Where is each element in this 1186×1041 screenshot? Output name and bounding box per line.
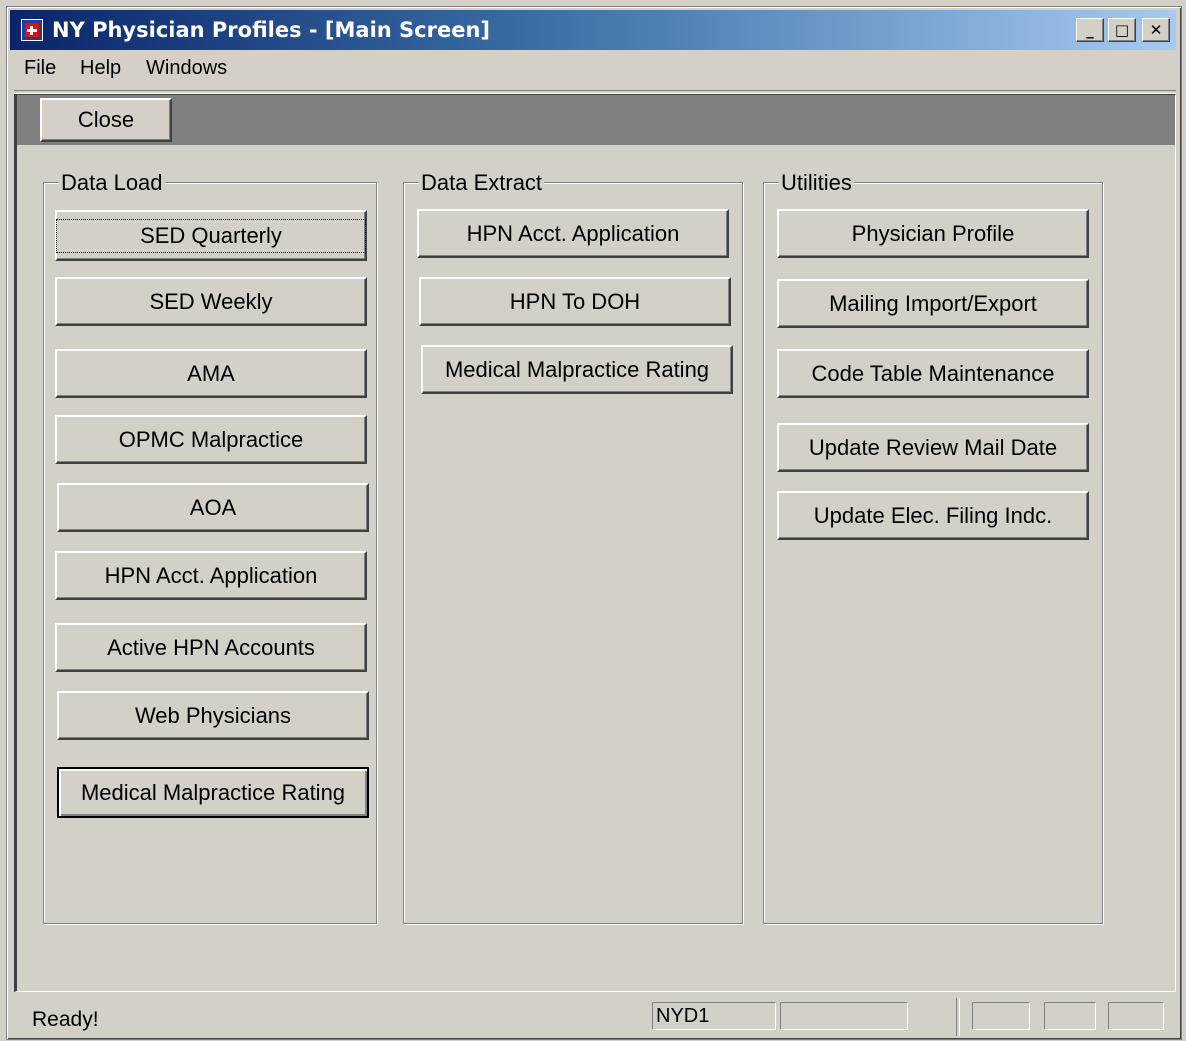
code-table-maintenance-label: Code Table Maintenance	[811, 360, 1055, 386]
status-pane-4	[1044, 1002, 1096, 1030]
ama-button[interactable]: AMA	[55, 349, 367, 398]
menu-file[interactable]: File	[24, 57, 56, 80]
status-pane-3	[972, 1002, 1030, 1030]
sed-weekly-button[interactable]: SED Weekly	[55, 277, 367, 326]
menu-help[interactable]: Help	[80, 57, 121, 80]
web-physicians-label: Web Physicians	[134, 702, 292, 728]
code-table-maintenance-button[interactable]: Code Table Maintenance	[777, 349, 1089, 398]
close-icon: ✕	[1149, 21, 1163, 39]
status-text: Ready!	[32, 1008, 99, 1031]
status-separator	[956, 998, 960, 1036]
utilities-label: Utilities	[779, 170, 854, 196]
close-button[interactable]: Close	[40, 98, 172, 142]
hpn-to-doh-button[interactable]: HPN To DOH	[419, 277, 731, 326]
sed-quarterly-label: SED Quarterly	[56, 218, 366, 253]
title-bar[interactable]: NY Physician Profiles - [Main Screen] _ …	[10, 10, 1176, 50]
close-window-button[interactable]: ✕	[1142, 18, 1170, 42]
update-elec-filing-indc-label: Update Elec. Filing Indc.	[813, 502, 1053, 528]
physician-profile-button[interactable]: Physician Profile	[777, 209, 1089, 258]
maximize-button[interactable]: □	[1108, 18, 1136, 42]
menu-windows[interactable]: Windows	[146, 57, 227, 80]
minimize-icon: _	[1086, 21, 1094, 39]
physician-profile-label: Physician Profile	[851, 220, 1015, 246]
load-medical-malpractice-rating-button[interactable]: Medical Malpractice Rating	[57, 767, 369, 818]
load-medical-malpractice-rating-label: Medical Malpractice Rating	[80, 779, 346, 805]
mailing-import-export-button[interactable]: Mailing Import/Export	[777, 279, 1089, 328]
window-title: NY Physician Profiles - [Main Screen]	[52, 18, 491, 42]
status-pane-server: NYD1	[652, 1002, 776, 1030]
load-hpn-acct-application-label: HPN Acct. Application	[104, 562, 318, 588]
status-pane-2	[780, 1002, 908, 1030]
web-physicians-button[interactable]: Web Physicians	[57, 691, 369, 740]
active-hpn-accounts-label: Active HPN Accounts	[107, 634, 315, 660]
data-extract-label: Data Extract	[419, 170, 545, 196]
app-red-cross-icon[interactable]	[21, 19, 43, 41]
extract-medical-malpractice-rating-button[interactable]: Medical Malpractice Rating	[421, 345, 733, 394]
status-bar: Ready! NYD1	[10, 996, 1176, 1040]
aoa-button[interactable]: AOA	[57, 483, 369, 532]
extract-medical-malpractice-rating-label: Medical Malpractice Rating	[444, 356, 710, 382]
extract-hpn-acct-application-label: HPN Acct. Application	[466, 220, 680, 246]
update-elec-filing-indc-button[interactable]: Update Elec. Filing Indc.	[777, 491, 1089, 540]
sed-weekly-label: SED Weekly	[149, 288, 273, 314]
menu-bar: File Help Windows	[10, 52, 1176, 86]
load-hpn-acct-application-button[interactable]: HPN Acct. Application	[55, 551, 367, 600]
hpn-to-doh-label: HPN To DOH	[509, 288, 641, 314]
opmc-malpractice-label: OPMC Malpractice	[118, 426, 304, 452]
update-review-mail-date-button[interactable]: Update Review Mail Date	[777, 423, 1089, 472]
close-button-label: Close	[77, 107, 135, 132]
toolbar: Close	[17, 95, 1175, 145]
extract-hpn-acct-application-button[interactable]: HPN Acct. Application	[417, 209, 729, 258]
update-review-mail-date-label: Update Review Mail Date	[808, 434, 1058, 460]
sed-quarterly-button[interactable]: SED Quarterly	[55, 210, 367, 261]
maximize-icon: □	[1114, 21, 1130, 39]
ama-label: AMA	[187, 360, 235, 386]
aoa-label: AOA	[189, 494, 237, 520]
data-load-label: Data Load	[59, 170, 165, 196]
status-pane-5	[1108, 1002, 1164, 1030]
minimize-button[interactable]: _	[1076, 18, 1104, 42]
active-hpn-accounts-button[interactable]: Active HPN Accounts	[55, 623, 367, 672]
opmc-malpractice-button[interactable]: OPMC Malpractice	[55, 415, 367, 464]
mailing-import-export-label: Mailing Import/Export	[829, 290, 1037, 316]
